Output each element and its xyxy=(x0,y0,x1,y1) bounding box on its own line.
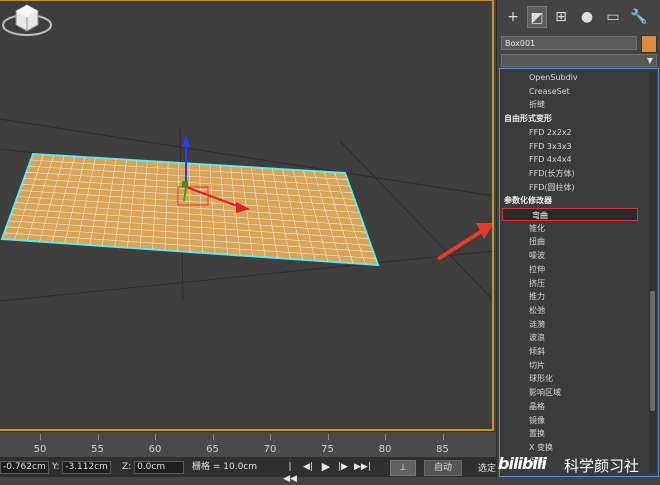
key-icon[interactable]: ⊥ xyxy=(390,460,416,476)
object-name-field[interactable]: Box001 xyxy=(501,36,637,50)
prev-frame-icon[interactable]: ◀| xyxy=(301,461,315,473)
z-axis-arrow-icon[interactable] xyxy=(182,135,190,147)
auto-key-button[interactable]: 自动 xyxy=(424,460,462,476)
modifier-item[interactable]: 挤压 xyxy=(500,277,650,290)
modifier-item[interactable]: 镜像 xyxy=(500,414,650,427)
timeline-tick-label: 85 xyxy=(436,444,449,455)
motion-icon[interactable]: ● xyxy=(577,6,597,28)
z-label: Z: xyxy=(122,462,132,472)
timeline-tick xyxy=(385,434,386,440)
modifier-item[interactable]: 噪波 xyxy=(500,249,650,262)
pivot-icon xyxy=(182,181,188,187)
modifier-item[interactable]: 球形化 xyxy=(500,372,650,385)
timeline-tick xyxy=(327,434,329,440)
modifier-item[interactable]: 折缝 xyxy=(500,98,650,111)
modifier-list[interactable]: OpenSubdiv CreaseSet 折缝 自由形式变形 FFD 2x2x2 FFD … xyxy=(499,68,659,477)
modifier-item[interactable]: 锥化 xyxy=(500,222,650,235)
modifier-item[interactable]: FFD 2x2x2 xyxy=(500,126,650,139)
perspective-viewport[interactable] xyxy=(0,0,494,431)
timeline-tick-label: 60 xyxy=(148,444,162,455)
modifier-item[interactable]: 扭曲 xyxy=(500,235,650,248)
modifier-item[interactable]: 晶格 xyxy=(500,400,650,413)
modifier-item[interactable]: 弯曲 xyxy=(502,208,638,221)
panel-tabs: + ◩ ⊞ ● ▭ 🔧 xyxy=(497,4,660,32)
y-coordinate[interactable]: Y: -3.112cm xyxy=(52,461,111,474)
timeline-tick xyxy=(270,434,271,440)
modifier-item[interactable]: FFD 3x3x3 xyxy=(500,140,650,153)
object-color-swatch[interactable] xyxy=(641,35,657,53)
timeline-tick xyxy=(212,434,214,440)
next-frame-icon[interactable]: |▶ xyxy=(336,461,350,473)
modifier-item[interactable]: 拉伸 xyxy=(500,263,650,276)
selected-label[interactable]: 选定 xyxy=(478,461,496,474)
modifier-item[interactable]: 涟漪 xyxy=(500,318,650,331)
display-icon[interactable]: ▭ xyxy=(603,6,623,28)
timeline-tick-label: 55 xyxy=(91,444,104,455)
hierarchy-icon[interactable]: ⊞ xyxy=(551,6,571,28)
status-bar: -0.762cm Y: -3.112cm Z: 0.0cm 栅格 = 10.0c… xyxy=(0,457,496,484)
play-icon[interactable]: ▶ xyxy=(319,461,333,473)
modifier-item[interactable]: FFD(长方体) xyxy=(500,167,650,180)
timeline-tick xyxy=(442,434,444,440)
modifier-item[interactable]: 影响区域 xyxy=(500,386,650,399)
modifier-item[interactable]: 置换 xyxy=(500,427,650,440)
watermark-text: 科学颜习社 xyxy=(564,457,640,475)
modifier-list-dropdown[interactable]: ▼ xyxy=(501,54,657,67)
watermark: bilibili 科学颜习社 xyxy=(496,452,660,477)
modifier-item[interactable]: 倾斜 xyxy=(500,345,650,358)
timeline-tick-label: 70 xyxy=(263,444,277,455)
bilibili-logo: bilibili xyxy=(498,454,547,473)
timeline-tick xyxy=(40,434,41,440)
timeline-track[interactable]: 50 55 60 65 70 75 80 85 xyxy=(0,431,496,458)
timeline-tick-label: 80 xyxy=(378,444,392,455)
modify-icon[interactable]: ◩ xyxy=(527,6,547,28)
modifier-item[interactable]: 切片 xyxy=(500,359,650,372)
modifier-item[interactable]: FFD 4x4x4 xyxy=(500,153,650,166)
viewport-scene xyxy=(0,118,492,302)
timeline-tick-label: 50 xyxy=(33,444,47,455)
goto-end-icon[interactable]: ▶▶| xyxy=(354,461,371,473)
viewcube-icon[interactable] xyxy=(0,1,54,41)
grid-size-label: 栅格 = 10.0cm xyxy=(192,462,258,472)
modifier-item[interactable]: 波浪 xyxy=(500,331,650,344)
scrollbar[interactable] xyxy=(649,71,656,473)
scrollbar-thumb[interactable] xyxy=(650,291,655,411)
y-coordinate-field[interactable]: -3.112cm xyxy=(62,461,111,474)
timeline-tick xyxy=(97,434,99,440)
timeline-tick-label: 65 xyxy=(206,444,219,455)
modifier-category-header: 自由形式变形 xyxy=(504,114,552,124)
modifier-item[interactable]: CreaseSet xyxy=(500,85,650,98)
modifier-item[interactable]: 推力 xyxy=(500,290,650,303)
modifier-item[interactable]: OpenSubdiv xyxy=(500,71,650,84)
timeline-tick-label: 75 xyxy=(321,444,334,455)
modifier-item[interactable]: 松弛 xyxy=(500,304,650,317)
plus-icon[interactable]: + xyxy=(503,6,523,28)
modifier-category-header: 参数化修改器 xyxy=(504,196,552,206)
y-label: Y: xyxy=(52,462,60,472)
goto-start-icon[interactable]: |◀◀ xyxy=(283,461,297,484)
timeline-tick xyxy=(155,434,156,440)
modifier-item[interactable]: FFD(圆柱体) xyxy=(500,181,650,194)
x-coordinate[interactable]: -0.762cm xyxy=(0,461,49,474)
wrench-icon[interactable]: 🔧 xyxy=(629,6,649,28)
chevron-down-icon[interactable]: ▼ xyxy=(647,55,653,67)
command-panel: + ◩ ⊞ ● ▭ 🔧 Box001 ▼ OpenSubdiv CreaseSet 折缝自由形… xyxy=(496,0,660,477)
z-coordinate-field[interactable]: 0.0cm xyxy=(134,461,185,474)
x-coordinate-field[interactable]: -0.762cm xyxy=(0,461,49,474)
z-coordinate[interactable]: Z: 0.0cm xyxy=(122,461,185,474)
